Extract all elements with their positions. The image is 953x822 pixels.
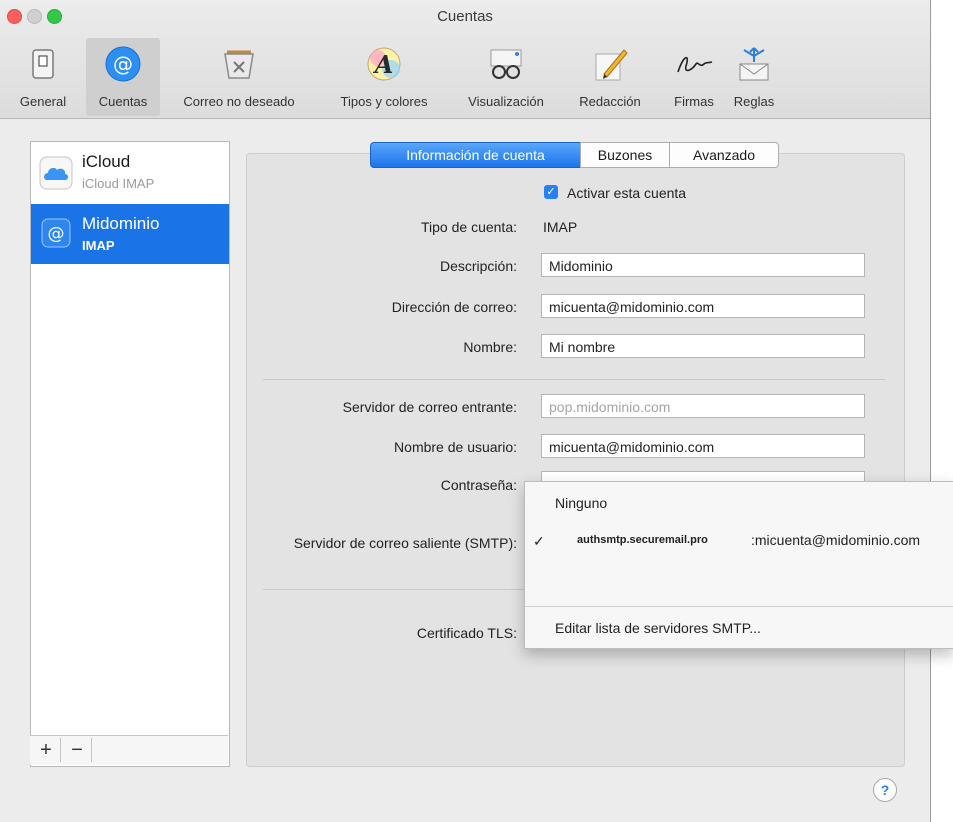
- help-button[interactable]: ?: [873, 778, 897, 802]
- toolbar-fonts-colors[interactable]: A Tipos y colores: [314, 38, 454, 116]
- menu-separator: [525, 606, 953, 607]
- name-field[interactable]: Mi nombre: [541, 334, 865, 358]
- account-list: iCloud iCloud IMAP @ Midominio IMAP: [30, 141, 230, 767]
- toolbar-label: General: [19, 94, 67, 109]
- username-label: Nombre de usuario:: [394, 439, 517, 455]
- account-name: Midominio: [82, 214, 160, 233]
- account-type-label: Tipo de cuenta:: [421, 219, 517, 235]
- incoming-server-field[interactable]: pop.midominio.com: [541, 394, 865, 418]
- email-label: Dirección de correo:: [391, 299, 517, 315]
- add-account-button[interactable]: +: [32, 738, 61, 762]
- menu-item-edit-smtp-list[interactable]: Editar lista de servidores SMTP...: [555, 620, 761, 636]
- toolbar-label: Tipos y colores: [340, 94, 428, 109]
- preferences-window: Cuentas General @ Cuentas Correo no dese…: [0, 0, 931, 822]
- account-type: iCloud IMAP: [82, 176, 155, 191]
- divider: [263, 379, 885, 380]
- toolbar-rules[interactable]: Reglas: [724, 38, 784, 116]
- account-type: IMAP: [82, 238, 115, 253]
- toolbar-junk-mail[interactable]: Correo no deseado: [164, 38, 314, 116]
- titlebar: Cuentas General @ Cuentas Correo no dese…: [0, 0, 930, 119]
- pencil-icon: [595, 49, 628, 81]
- cloud-icon: [39, 156, 73, 190]
- tab-account-info[interactable]: Información de cuenta: [370, 142, 581, 168]
- svg-text:@: @: [113, 52, 133, 76]
- smtp-server-host: authsmtp.securemail.pro: [577, 534, 708, 546]
- glasses-icon: [490, 49, 522, 79]
- rules-envelope-icon: [739, 47, 769, 81]
- incoming-server-label: Servidor de correo entrante:: [342, 399, 517, 415]
- toolbar-label: Correo no deseado: [183, 94, 295, 109]
- email-field[interactable]: micuenta@midominio.com: [541, 294, 865, 318]
- toolbar-composing[interactable]: Redacción: [564, 38, 656, 116]
- general-switch-icon: [32, 49, 54, 79]
- tab-mailboxes[interactable]: Buzones: [580, 142, 670, 168]
- junk-bin-icon: [224, 50, 254, 79]
- account-item-icloud[interactable]: iCloud iCloud IMAP: [31, 142, 229, 202]
- account-name: iCloud: [82, 152, 131, 171]
- toolbar-label: Cuentas: [98, 94, 148, 109]
- window-title: Cuentas: [437, 8, 493, 25]
- remove-account-button[interactable]: −: [63, 738, 92, 762]
- tls-certificate-label: Certificado TLS:: [416, 625, 517, 641]
- font-a-icon: A: [367, 47, 401, 81]
- account-detail-panel: [246, 153, 905, 767]
- toolbar-label: Reglas: [733, 94, 775, 109]
- smtp-server-label: Servidor de correo saliente (SMTP):: [293, 535, 517, 551]
- signature-icon: [677, 56, 713, 73]
- svg-text:@: @: [48, 224, 65, 244]
- username-field[interactable]: micuenta@midominio.com: [541, 434, 865, 458]
- menu-item-none[interactable]: Ninguno: [555, 495, 607, 511]
- toolbar-label: Firmas: [674, 94, 714, 109]
- toolbar-label: Visualización: [468, 94, 544, 109]
- enable-account-checkbox[interactable]: ✓: [544, 185, 558, 199]
- description-field[interactable]: Midominio: [541, 253, 865, 277]
- smtp-server-menu: Ninguno ✓ authsmtp.securemail.pro :micue…: [524, 481, 953, 649]
- menu-checkmark: ✓: [533, 533, 545, 549]
- description-label: Descripción:: [439, 258, 517, 274]
- menu-item-smtp-server[interactable]: authsmtp.securemail.pro :micuenta@midomi…: [555, 526, 953, 558]
- account-type-value: IMAP: [543, 219, 578, 235]
- toolbar-cuentas[interactable]: @ Cuentas: [86, 38, 160, 116]
- svg-text:A: A: [373, 50, 394, 79]
- at-sign-icon: @: [105, 46, 141, 82]
- toolbar-viewing[interactable]: Visualización: [454, 38, 558, 116]
- smtp-server-account: :micuenta@midominio.com: [751, 532, 921, 548]
- account-item-midominio[interactable]: @ Midominio IMAP: [31, 204, 229, 264]
- account-list-actions: + −: [30, 735, 228, 765]
- name-label: Nombre:: [463, 339, 517, 355]
- at-sign-icon: @: [41, 218, 71, 248]
- toolbar-label: Redacción: [579, 94, 641, 109]
- tab-advanced[interactable]: Avanzado: [669, 142, 779, 168]
- enable-account-label: Activar esta cuenta: [567, 185, 687, 201]
- toolbar-signatures[interactable]: Firmas: [664, 38, 724, 116]
- password-label: Contraseña:: [440, 477, 517, 493]
- toolbar-general[interactable]: General: [0, 38, 86, 116]
